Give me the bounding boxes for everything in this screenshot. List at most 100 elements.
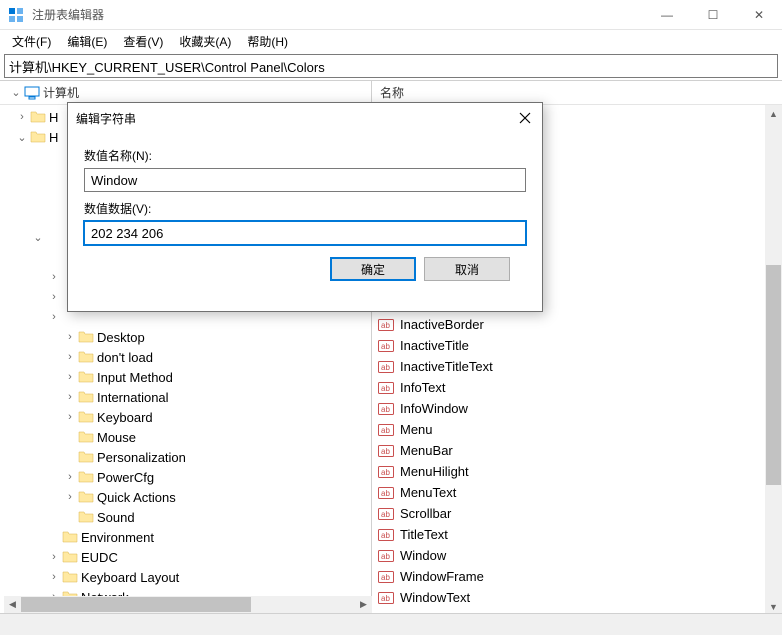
tree-item[interactable]: ›Keyboard	[0, 407, 371, 427]
list-item[interactable]: abInactiveTitle	[372, 335, 782, 356]
list-item[interactable]: abMenuBar	[372, 440, 782, 461]
dialog-titlebar[interactable]: 编辑字符串	[68, 103, 542, 133]
expander-icon[interactable]: ›	[46, 311, 62, 323]
folder-icon	[62, 569, 78, 585]
folder-icon	[78, 489, 94, 505]
tree-item-label: Personalization	[94, 450, 186, 465]
tree-item[interactable]: › Quick Actions	[0, 487, 371, 507]
tree-item[interactable]: Mouse	[0, 427, 371, 447]
list-item[interactable]: abInactiveBorder	[372, 314, 782, 335]
expander-icon[interactable]: ⌄	[8, 86, 24, 99]
list-item-label: Window	[394, 548, 446, 563]
window-title: 注册表编辑器	[32, 6, 644, 23]
tree-item[interactable]: Personalization	[0, 447, 371, 467]
tree-item-label: Sound	[94, 510, 135, 525]
list-item[interactable]: abWindowFrame	[372, 566, 782, 587]
address-bar[interactable]: 计算机\HKEY_CURRENT_USER\Control Panel\Colo…	[4, 54, 778, 78]
list-item[interactable]: abMenu	[372, 419, 782, 440]
titlebar: 注册表编辑器 — ☐ ✕	[0, 0, 782, 30]
value-name-input[interactable]	[84, 168, 526, 192]
svg-text:ab: ab	[381, 321, 390, 330]
menu-edit[interactable]: 编辑(E)	[59, 31, 115, 52]
scroll-track[interactable]	[21, 596, 355, 613]
tree-item[interactable]: Sound	[0, 507, 371, 527]
tree-item-label: International	[94, 390, 169, 405]
scroll-right-icon[interactable]: ▶	[355, 599, 372, 610]
expander-icon[interactable]: ›	[14, 111, 30, 123]
string-value-icon: ab	[378, 317, 394, 333]
tree-item[interactable]: Environment	[0, 527, 371, 547]
list-item[interactable]: abInfoWindow	[372, 398, 782, 419]
list-item[interactable]: abMenuHilight	[372, 461, 782, 482]
tree-item[interactable]: ›Input Method	[0, 367, 371, 387]
horizontal-scrollbar[interactable]: ◀ ▶	[4, 596, 372, 613]
list-item-label: MenuText	[394, 485, 456, 500]
expander-icon[interactable]: ›	[62, 411, 78, 423]
tree-item-label: Quick Actions	[94, 490, 176, 505]
menu-file[interactable]: 文件(F)	[4, 31, 59, 52]
list-item-label: WindowFrame	[394, 569, 484, 584]
list-item[interactable]: ab InfoText	[372, 377, 782, 398]
cancel-button[interactable]: 取消	[424, 257, 510, 281]
dialog-body: 数值名称(N): 数值数据(V): 确定 取消	[68, 133, 542, 287]
expander-icon[interactable]: ›	[46, 571, 62, 583]
expander-icon[interactable]: ›	[62, 351, 78, 363]
string-value-icon: ab	[378, 506, 394, 522]
value-data-input[interactable]	[84, 221, 526, 245]
tree-item[interactable]: › PowerCfg	[0, 467, 371, 487]
list-item-label: InfoText	[394, 380, 446, 395]
expander-icon[interactable]: ›	[46, 551, 62, 563]
tree-item[interactable]: › Desktop	[0, 327, 371, 347]
list-item[interactable]: abWindowText	[372, 587, 782, 608]
expander-icon[interactable]: ›	[46, 271, 62, 283]
tree-item[interactable]: › International	[0, 387, 371, 407]
list-item-label: TitleText	[394, 527, 448, 542]
expander-icon[interactable]: ›	[62, 471, 78, 483]
tree-item-label: Desktop	[94, 330, 145, 345]
folder-icon	[78, 349, 94, 365]
string-value-icon: ab	[378, 380, 394, 396]
expander-icon[interactable]: ›	[62, 331, 78, 343]
list-item[interactable]: abWindow	[372, 545, 782, 566]
expander-icon[interactable]: ›	[62, 371, 78, 383]
edit-string-dialog: 编辑字符串 数值名称(N): 数值数据(V): 确定 取消	[67, 102, 543, 312]
expander-icon[interactable]: ›	[62, 391, 78, 403]
svg-text:ab: ab	[381, 447, 390, 456]
folder-icon	[78, 449, 94, 465]
vertical-scrollbar[interactable]: ▲ ▼	[765, 105, 782, 615]
list-item[interactable]: abScrollbar	[372, 503, 782, 524]
expander-icon[interactable]: ›	[46, 291, 62, 303]
expander-icon[interactable]: ›	[62, 491, 78, 503]
list-item[interactable]: abTitleText	[372, 524, 782, 545]
svg-text:ab: ab	[381, 384, 390, 393]
scroll-thumb[interactable]	[766, 265, 781, 485]
tree-item[interactable]: ›EUDC	[0, 547, 371, 567]
close-button[interactable]: ✕	[736, 0, 782, 30]
menu-view[interactable]: 查看(V)	[115, 31, 171, 52]
tree-item[interactable]: ›Keyboard Layout	[0, 567, 371, 587]
menu-help[interactable]: 帮助(H)	[239, 31, 296, 52]
folder-icon	[62, 529, 78, 545]
folder-icon	[78, 329, 94, 345]
menu-favorites[interactable]: 收藏夹(A)	[171, 31, 239, 52]
minimize-button[interactable]: —	[644, 0, 690, 30]
scroll-left-icon[interactable]: ◀	[4, 599, 21, 610]
maximize-button[interactable]: ☐	[690, 0, 736, 30]
expander-icon[interactable]: ⌄	[14, 131, 30, 144]
scroll-thumb[interactable]	[21, 597, 251, 612]
ok-button[interactable]: 确定	[330, 257, 416, 281]
list-item[interactable]: ab MenuText	[372, 482, 782, 503]
tree-item-label: PowerCfg	[94, 470, 154, 485]
svg-text:ab: ab	[381, 489, 390, 498]
list-item[interactable]: abInactiveTitleText	[372, 356, 782, 377]
list-item-label: InactiveTitleText	[394, 359, 493, 374]
dialog-close-button[interactable]	[510, 103, 540, 133]
tree-root-label[interactable]: 计算机	[40, 84, 79, 101]
expander-icon[interactable]: ⌄	[30, 231, 46, 244]
tree-item[interactable]: ›don't load	[0, 347, 371, 367]
string-value-icon: ab	[378, 338, 394, 354]
folder-icon	[78, 389, 94, 405]
svg-text:ab: ab	[381, 405, 390, 414]
scroll-up-icon[interactable]: ▲	[765, 105, 782, 122]
svg-text:ab: ab	[381, 468, 390, 477]
